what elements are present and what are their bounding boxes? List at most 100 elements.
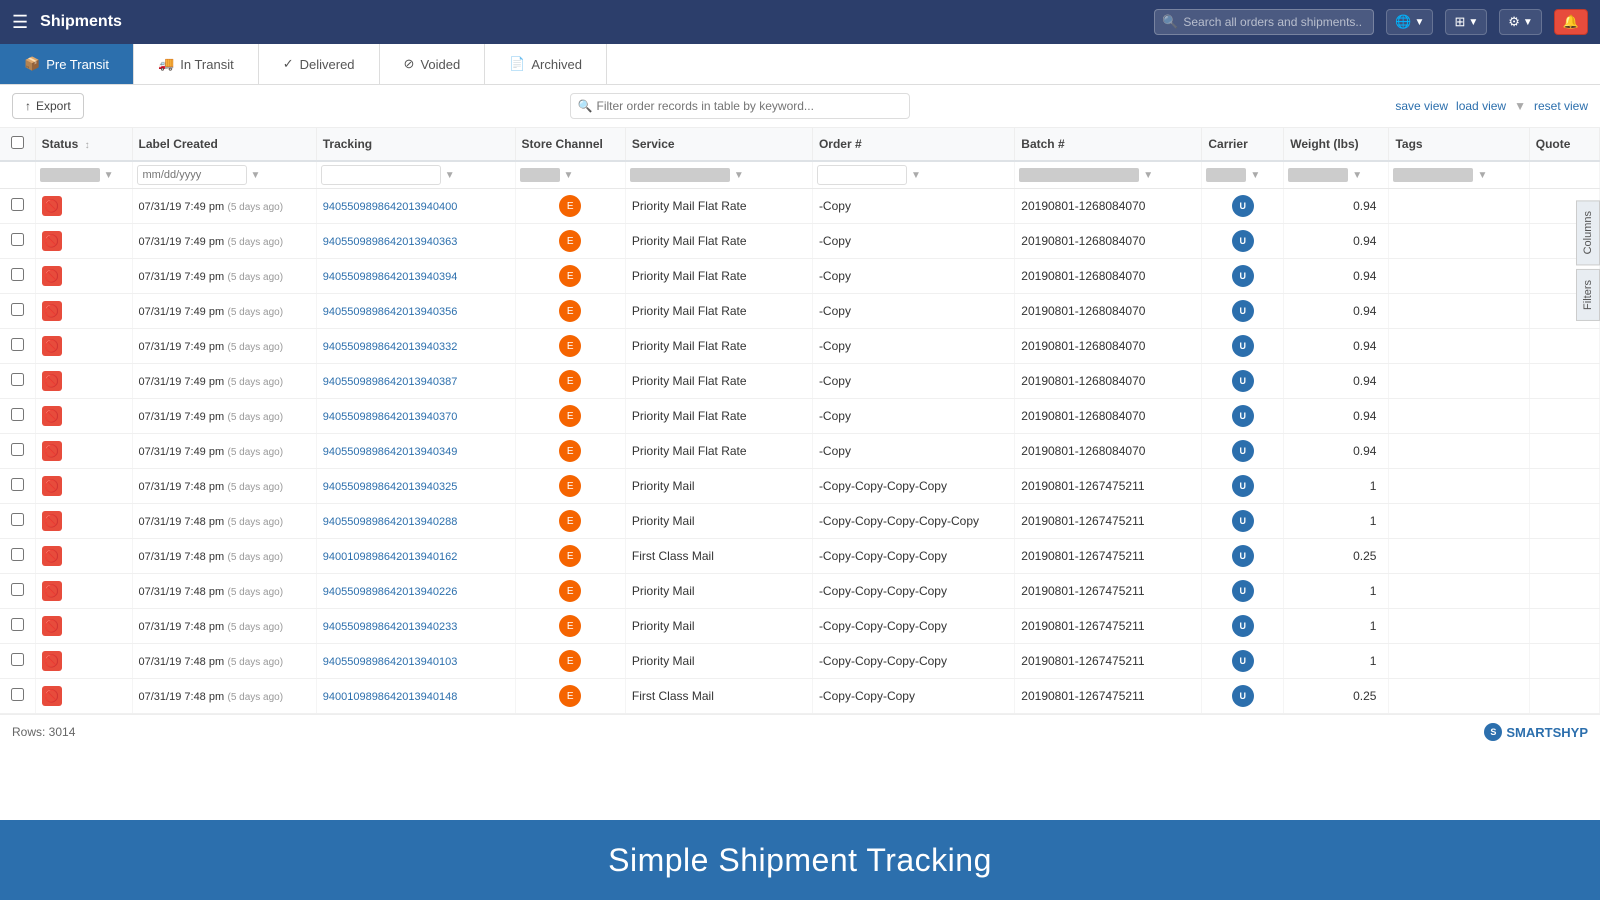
weight-filter-icon[interactable]: ▼: [1352, 170, 1362, 181]
service-cell: Priority Mail Flat Rate: [625, 329, 812, 364]
row-checkbox[interactable]: [11, 443, 24, 456]
save-view-button[interactable]: save view: [1395, 99, 1448, 113]
th-tags[interactable]: Tags: [1389, 128, 1529, 161]
tab-in-transit[interactable]: 🚚 In Transit: [134, 44, 259, 84]
label-created-filter[interactable]: [137, 165, 247, 185]
tab-voided[interactable]: ⊘ Voided: [380, 44, 486, 84]
tracking-number[interactable]: 9405509898642013940363: [323, 236, 458, 248]
load-view-button[interactable]: load view: [1456, 99, 1506, 113]
order-number: -Copy-Copy-Copy-Copy: [819, 619, 947, 633]
tab-pre-transit[interactable]: 📦 Pre Transit: [0, 44, 134, 84]
tracking-number[interactable]: 9405509898642013940103: [323, 656, 458, 668]
footer-banner: Simple Shipment Tracking: [0, 820, 1600, 900]
row-checkbox[interactable]: [11, 583, 24, 596]
globe-button[interactable]: 🌐 ▼: [1386, 9, 1433, 35]
row-checkbox[interactable]: [11, 303, 24, 316]
row-checkbox[interactable]: [11, 653, 24, 666]
grid-button[interactable]: ⊞ ▼: [1445, 9, 1487, 35]
row-checkbox[interactable]: [11, 373, 24, 386]
tracking-number[interactable]: 9405509898642013940370: [323, 411, 458, 423]
order-filter-icon[interactable]: ▼: [911, 170, 921, 181]
hamburger-icon[interactable]: ☰: [12, 12, 28, 33]
tracking-number[interactable]: 9405509898642013940288: [323, 516, 458, 528]
th-label-created[interactable]: Label Created: [132, 128, 316, 161]
columns-button[interactable]: Columns: [1576, 200, 1600, 265]
export-button[interactable]: ↑ Export: [12, 93, 84, 119]
row-checkbox[interactable]: [11, 408, 24, 421]
row-checkbox[interactable]: [11, 338, 24, 351]
row-checkbox[interactable]: [11, 688, 24, 701]
global-search-input[interactable]: [1154, 9, 1374, 35]
tracking-number[interactable]: 9400109898642013940148: [323, 691, 458, 703]
order-number: -Copy-Copy-Copy-Copy-Copy: [819, 514, 979, 528]
tracking-number[interactable]: 9405509898642013940332: [323, 341, 458, 353]
tracking-number[interactable]: 9405509898642013940233: [323, 621, 458, 633]
label-filter-icon[interactable]: ▼: [251, 170, 261, 181]
tracking-number[interactable]: 9405509898642013940226: [323, 586, 458, 598]
th-quote[interactable]: Quote: [1529, 128, 1599, 161]
row-checkbox[interactable]: [11, 233, 24, 246]
tracking-number[interactable]: 9405509898642013940356: [323, 306, 458, 318]
filters-button[interactable]: Filters: [1576, 269, 1600, 321]
tracking-number[interactable]: 9405509898642013940325: [323, 481, 458, 493]
order-cell: -Copy-Copy-Copy-Copy: [812, 644, 1014, 679]
reset-view-button[interactable]: reset view: [1534, 99, 1588, 113]
row-checkbox[interactable]: [11, 513, 24, 526]
th-order[interactable]: Order #: [812, 128, 1014, 161]
tags-filter-icon[interactable]: ▼: [1477, 170, 1487, 181]
store-filter-icon[interactable]: ▼: [564, 170, 574, 181]
weight-cell: 0.94: [1284, 294, 1389, 329]
quote-cell: [1529, 504, 1599, 539]
tracking-filter[interactable]: [321, 165, 441, 185]
batch-number: 20190801-1267475211: [1021, 584, 1144, 598]
select-all-col[interactable]: [0, 128, 35, 161]
tracking-number[interactable]: 9405509898642013940387: [323, 376, 458, 388]
row-checkbox[interactable]: [11, 268, 24, 281]
service-filter-icon[interactable]: ▼: [734, 170, 744, 181]
th-batch[interactable]: Batch #: [1015, 128, 1202, 161]
status-icon: 🚫: [42, 371, 62, 391]
tracking-number[interactable]: 9400109898642013940162: [323, 551, 458, 563]
row-checkbox[interactable]: [11, 478, 24, 491]
status-cell: 🚫: [35, 364, 132, 399]
status-cell: 🚫: [35, 329, 132, 364]
batch-cell: 20190801-1268084070: [1015, 189, 1202, 224]
carrier-filter-icon[interactable]: ▼: [1250, 170, 1260, 181]
tracking-number[interactable]: 9405509898642013940349: [323, 446, 458, 458]
row-checkbox[interactable]: [11, 548, 24, 561]
order-number: -Copy: [819, 234, 851, 248]
th-weight[interactable]: Weight (lbs): [1284, 128, 1389, 161]
tab-archived[interactable]: 📄 Archived: [485, 44, 607, 84]
select-all-checkbox[interactable]: [11, 136, 24, 149]
tracking-cell: 9405509898642013940103: [316, 644, 515, 679]
batch-number: 20190801-1268084070: [1021, 269, 1145, 283]
order-filter[interactable]: [817, 165, 907, 185]
notifications-button[interactable]: 🔔: [1554, 9, 1588, 35]
th-status[interactable]: Status ↕: [35, 128, 132, 161]
tracking-filter-icon[interactable]: ▼: [445, 170, 455, 181]
order-cell: -Copy: [812, 294, 1014, 329]
tracking-number[interactable]: 9405509898642013940400: [323, 201, 458, 213]
carrier-cell: U: [1202, 574, 1284, 609]
tags-cell: [1389, 644, 1529, 679]
settings-button[interactable]: ⚙ ▼: [1499, 9, 1542, 35]
tab-delivered[interactable]: ✓ Delivered: [259, 44, 380, 84]
tracking-number[interactable]: 9405509898642013940394: [323, 271, 458, 283]
weight-cell: 0.94: [1284, 399, 1389, 434]
store-channel-cell: E: [515, 644, 625, 679]
th-store-channel[interactable]: Store Channel: [515, 128, 625, 161]
table-row: 🚫 07/31/19 7:49 pm (5 days ago) 94055098…: [0, 294, 1600, 329]
th-carrier[interactable]: Carrier: [1202, 128, 1284, 161]
row-checkbox[interactable]: [11, 198, 24, 211]
th-tracking[interactable]: Tracking: [316, 128, 515, 161]
batch-filter-icon[interactable]: ▼: [1143, 170, 1153, 181]
label-created-cell: 07/31/19 7:49 pm (5 days ago): [132, 189, 316, 224]
th-service[interactable]: Service: [625, 128, 812, 161]
label-created-cell: 07/31/19 7:49 pm (5 days ago): [132, 329, 316, 364]
label-created-cell: 07/31/19 7:48 pm (5 days ago): [132, 644, 316, 679]
status-filter-icon[interactable]: ▼: [104, 170, 114, 181]
label-date-rel: (5 days ago): [227, 377, 283, 388]
row-checkbox[interactable]: [11, 618, 24, 631]
order-cell: -Copy-Copy-Copy: [812, 679, 1014, 714]
filter-search-input[interactable]: [570, 93, 910, 119]
